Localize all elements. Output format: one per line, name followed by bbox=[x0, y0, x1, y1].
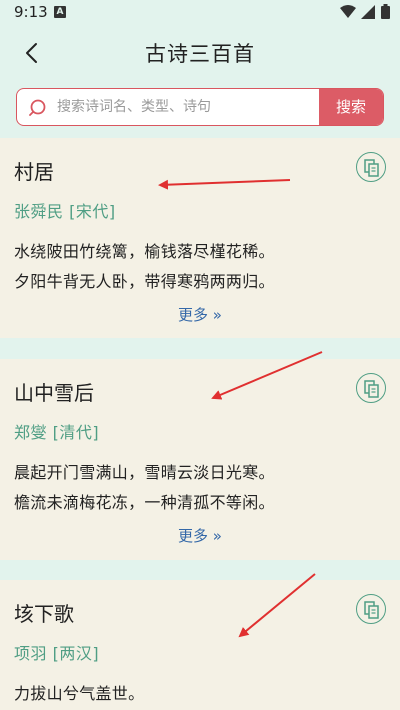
poem-line: 檐流未滴梅花冻，一种清孤不等闲。 bbox=[14, 493, 275, 512]
status-bar: 9:13 A bbox=[0, 0, 400, 26]
copy-icon bbox=[364, 380, 379, 398]
page-title: 古诗三百首 bbox=[145, 42, 255, 66]
signal-icon bbox=[361, 5, 375, 19]
poem-title: 垓下歌 bbox=[14, 602, 74, 626]
more-link[interactable]: 更多 » bbox=[0, 525, 400, 546]
poem-line: 力拔山兮气盖世。 bbox=[14, 684, 145, 703]
poem-card[interactable]: 山中雪后 郑燮 [清代] 晨起开门雪满山，雪晴云淡日光寒。 檐流未滴梅花冻，一种… bbox=[0, 359, 400, 560]
poem-author: 项羽 [两汉] bbox=[14, 644, 100, 663]
search-icon bbox=[29, 99, 46, 116]
more-label: 更多 bbox=[178, 527, 209, 545]
poem-title: 村居 bbox=[14, 160, 54, 184]
battery-icon bbox=[381, 4, 390, 19]
notification-icon: A bbox=[54, 6, 66, 18]
wifi-icon bbox=[340, 5, 356, 18]
poem-card[interactable]: 村居 张舜民 [宋代] 水绕陂田竹绕篱，榆钱落尽槿花稀。 夕阳牛背无人卧，带得寒… bbox=[0, 138, 400, 338]
copy-button[interactable] bbox=[356, 373, 386, 403]
poem-title: 山中雪后 bbox=[14, 381, 94, 405]
double-chevron-right-icon: » bbox=[212, 527, 222, 545]
poem-line: 晨起开门雪满山，雪晴云淡日光寒。 bbox=[14, 463, 275, 482]
poem-author: 郑燮 [清代] bbox=[14, 423, 100, 442]
poem-line: 水绕陂田竹绕篱，榆钱落尽槿花稀。 bbox=[14, 242, 275, 261]
copy-icon bbox=[364, 159, 379, 177]
more-label: 更多 bbox=[178, 306, 209, 324]
copy-button[interactable] bbox=[356, 152, 386, 182]
copy-icon bbox=[364, 601, 379, 619]
more-link[interactable]: 更多 » bbox=[0, 304, 400, 325]
poem-author: 张舜民 [宋代] bbox=[14, 202, 116, 221]
poem-card[interactable]: 垓下歌 项羽 [两汉] 力拔山兮气盖世。 bbox=[0, 580, 400, 710]
status-time: 9:13 bbox=[14, 3, 48, 21]
copy-button[interactable] bbox=[356, 594, 386, 624]
search-button[interactable]: 搜索 bbox=[319, 89, 383, 125]
poem-line: 夕阳牛背无人卧，带得寒鸦两两归。 bbox=[14, 272, 275, 291]
search-input[interactable] bbox=[57, 89, 319, 125]
double-chevron-right-icon: » bbox=[212, 306, 222, 324]
search-bar: 搜索 bbox=[16, 88, 384, 126]
